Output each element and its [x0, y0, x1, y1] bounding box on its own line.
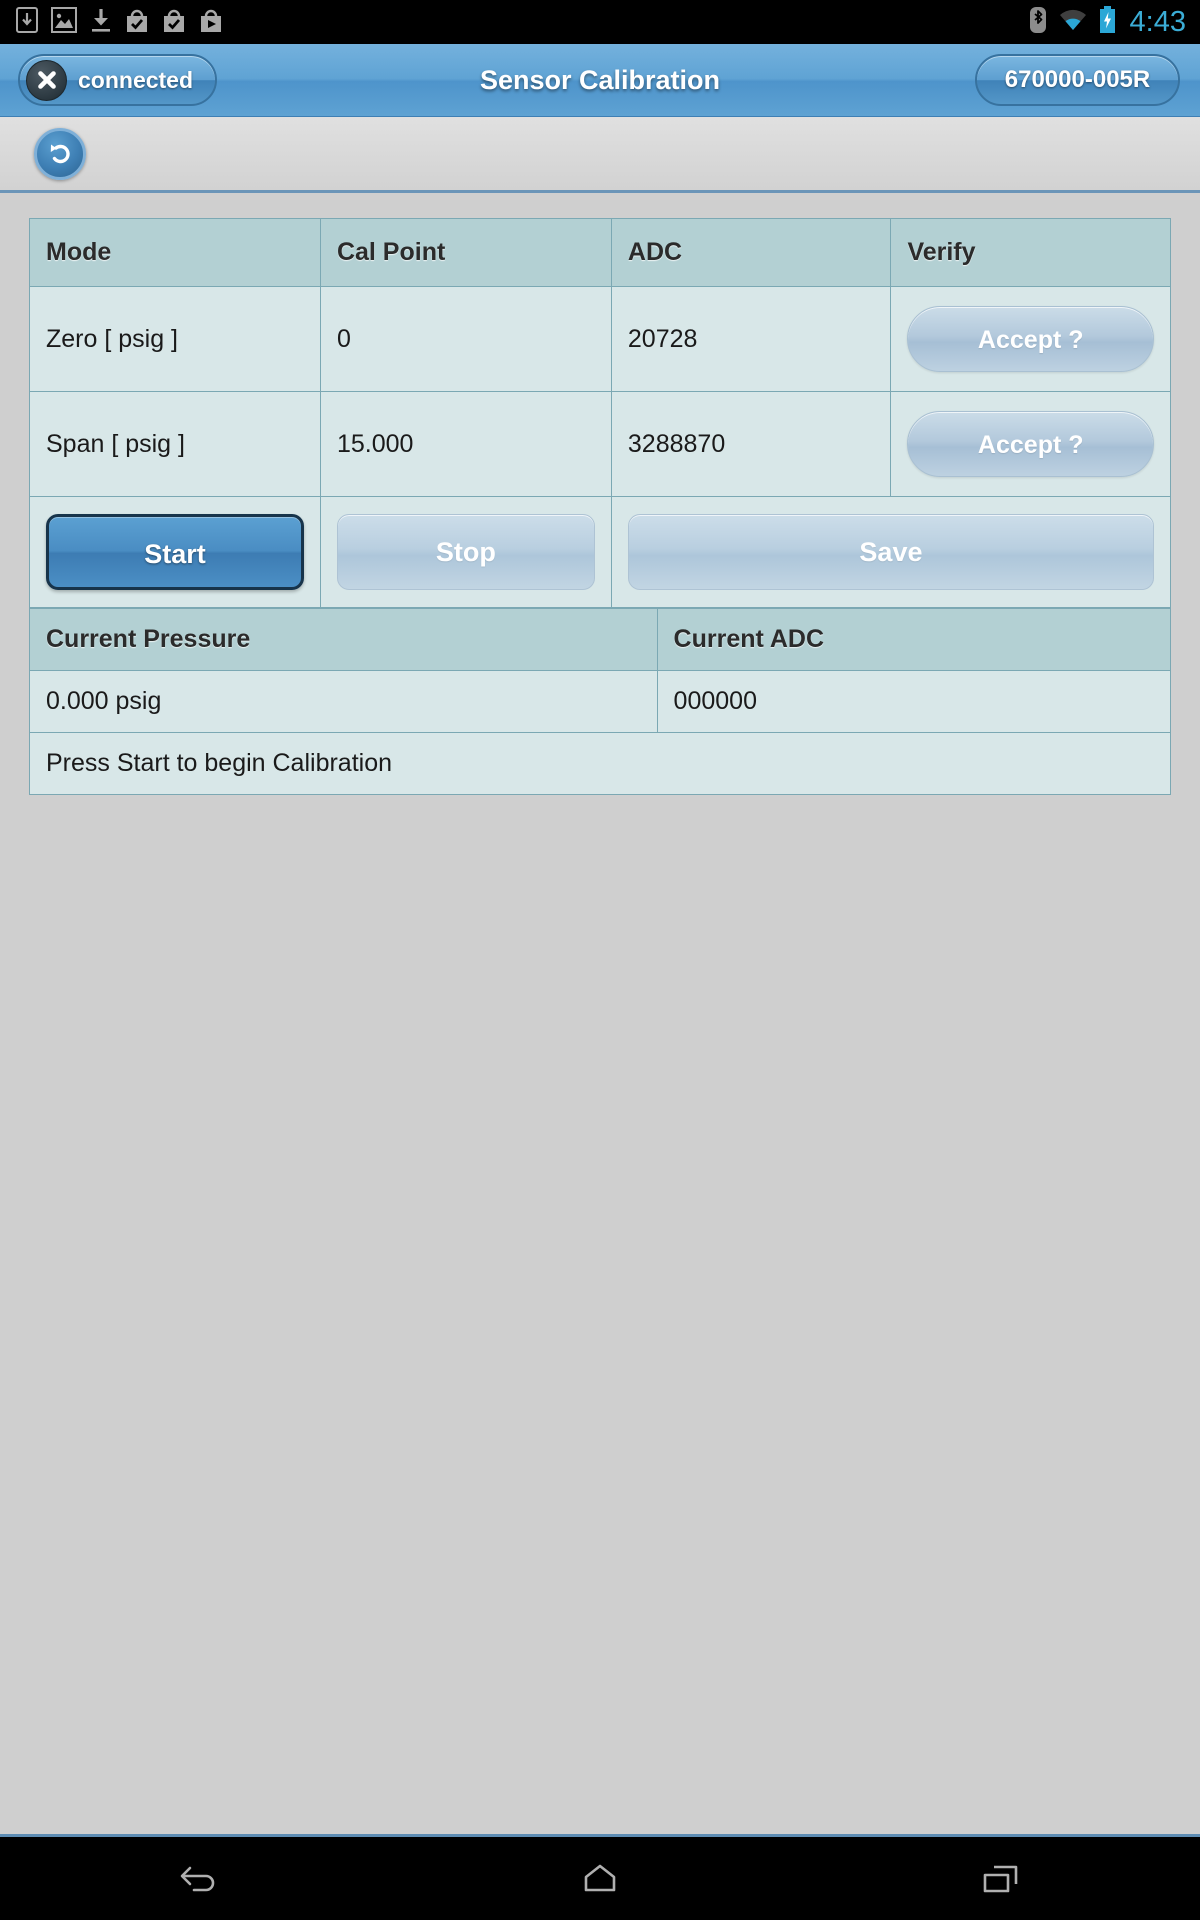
readings-header-row: Current Pressure Current ADC — [29, 608, 1172, 671]
save-button[interactable]: Save — [627, 514, 1154, 590]
play-store-bag-play-icon — [199, 7, 223, 38]
nav-home-icon[interactable] — [525, 1836, 675, 1920]
stop-button-cell: Stop — [319, 496, 612, 608]
play-store-bag-check-icon — [125, 7, 149, 38]
wifi-icon — [1058, 8, 1088, 37]
status-message: Press Start to begin Calibration — [29, 732, 1171, 795]
app-install-icon — [16, 6, 38, 38]
status-bar-system-icons: 4:43 — [1029, 6, 1186, 39]
table-row: Zero [ psig ] 0 20728 Accept ? — [29, 286, 1171, 392]
nav-recents-icon[interactable] — [925, 1836, 1075, 1920]
connection-status-button[interactable]: connected — [18, 54, 218, 106]
current-adc-value: 000000 — [656, 670, 1172, 733]
accept-zero-button[interactable]: Accept ? — [907, 306, 1154, 372]
main-content: Mode Cal Point ADC Verify Zero [ psig ] … — [0, 193, 1200, 1834]
column-header-cal-point: Cal Point — [319, 218, 612, 287]
connection-status-label: connected — [78, 66, 194, 93]
cell-adc-zero: 20728 — [610, 286, 892, 392]
column-header-verify: Verify — [890, 218, 1171, 287]
cell-verify-span: Accept ? — [890, 391, 1171, 497]
device-id-button[interactable]: 670000-005R — [975, 54, 1180, 106]
cell-cal-point-span: 15.000 — [319, 391, 612, 497]
device-id-label: 670000-005R — [1004, 66, 1151, 93]
readings-value-row: 0.000 psig 000000 — [29, 670, 1172, 733]
app-root: 4:43 connected Sensor Calibration 670000… — [0, 0, 1200, 1920]
current-readings-table: Current Pressure Current ADC 0.000 psig … — [29, 608, 1172, 795]
column-header-current-pressure: Current Pressure — [29, 608, 658, 671]
bluetooth-icon — [1029, 6, 1047, 39]
status-bar-clock: 4:43 — [1129, 5, 1186, 38]
column-header-adc: ADC — [610, 218, 892, 287]
cell-mode-zero: Zero [ psig ] — [29, 286, 321, 392]
cell-cal-point-zero: 0 — [319, 286, 612, 392]
start-button[interactable]: Start — [46, 514, 304, 590]
battery-charging-icon — [1099, 6, 1116, 38]
calibration-table-header-row: Mode Cal Point ADC Verify — [29, 218, 1171, 287]
save-button-cell: Save — [610, 496, 1172, 608]
undo-arrow-icon[interactable] — [34, 127, 86, 180]
status-message-row: Press Start to begin Calibration — [29, 732, 1171, 795]
screenshot-image-icon — [51, 6, 77, 38]
nav-back-icon[interactable] — [125, 1836, 275, 1920]
stop-button[interactable]: Stop — [336, 514, 595, 590]
status-bar-notifications — [16, 6, 223, 38]
column-header-current-adc: Current ADC — [656, 608, 1172, 671]
android-navigation-bar — [0, 1834, 1200, 1920]
cell-verify-zero: Accept ? — [890, 286, 1171, 392]
current-pressure-value: 0.000 psig — [29, 670, 658, 733]
action-bar — [0, 117, 1200, 193]
start-button-cell: Start — [29, 496, 321, 608]
download-icon — [90, 7, 112, 38]
accept-span-button[interactable]: Accept ? — [907, 411, 1154, 477]
close-x-icon — [26, 59, 67, 101]
android-status-bar: 4:43 — [0, 0, 1200, 44]
cell-mode-span: Span [ psig ] — [29, 391, 321, 497]
cell-adc-span: 3288870 — [610, 391, 892, 497]
calibration-table: Mode Cal Point ADC Verify Zero [ psig ] … — [29, 218, 1172, 608]
table-row: Span [ psig ] 15.000 3288870 Accept ? — [29, 391, 1171, 497]
app-title-bar: connected Sensor Calibration 670000-005R — [0, 44, 1200, 117]
control-button-row: Start Stop Save — [29, 496, 1172, 608]
play-store-bag-check-icon-2 — [162, 7, 186, 38]
column-header-mode: Mode — [29, 218, 321, 287]
